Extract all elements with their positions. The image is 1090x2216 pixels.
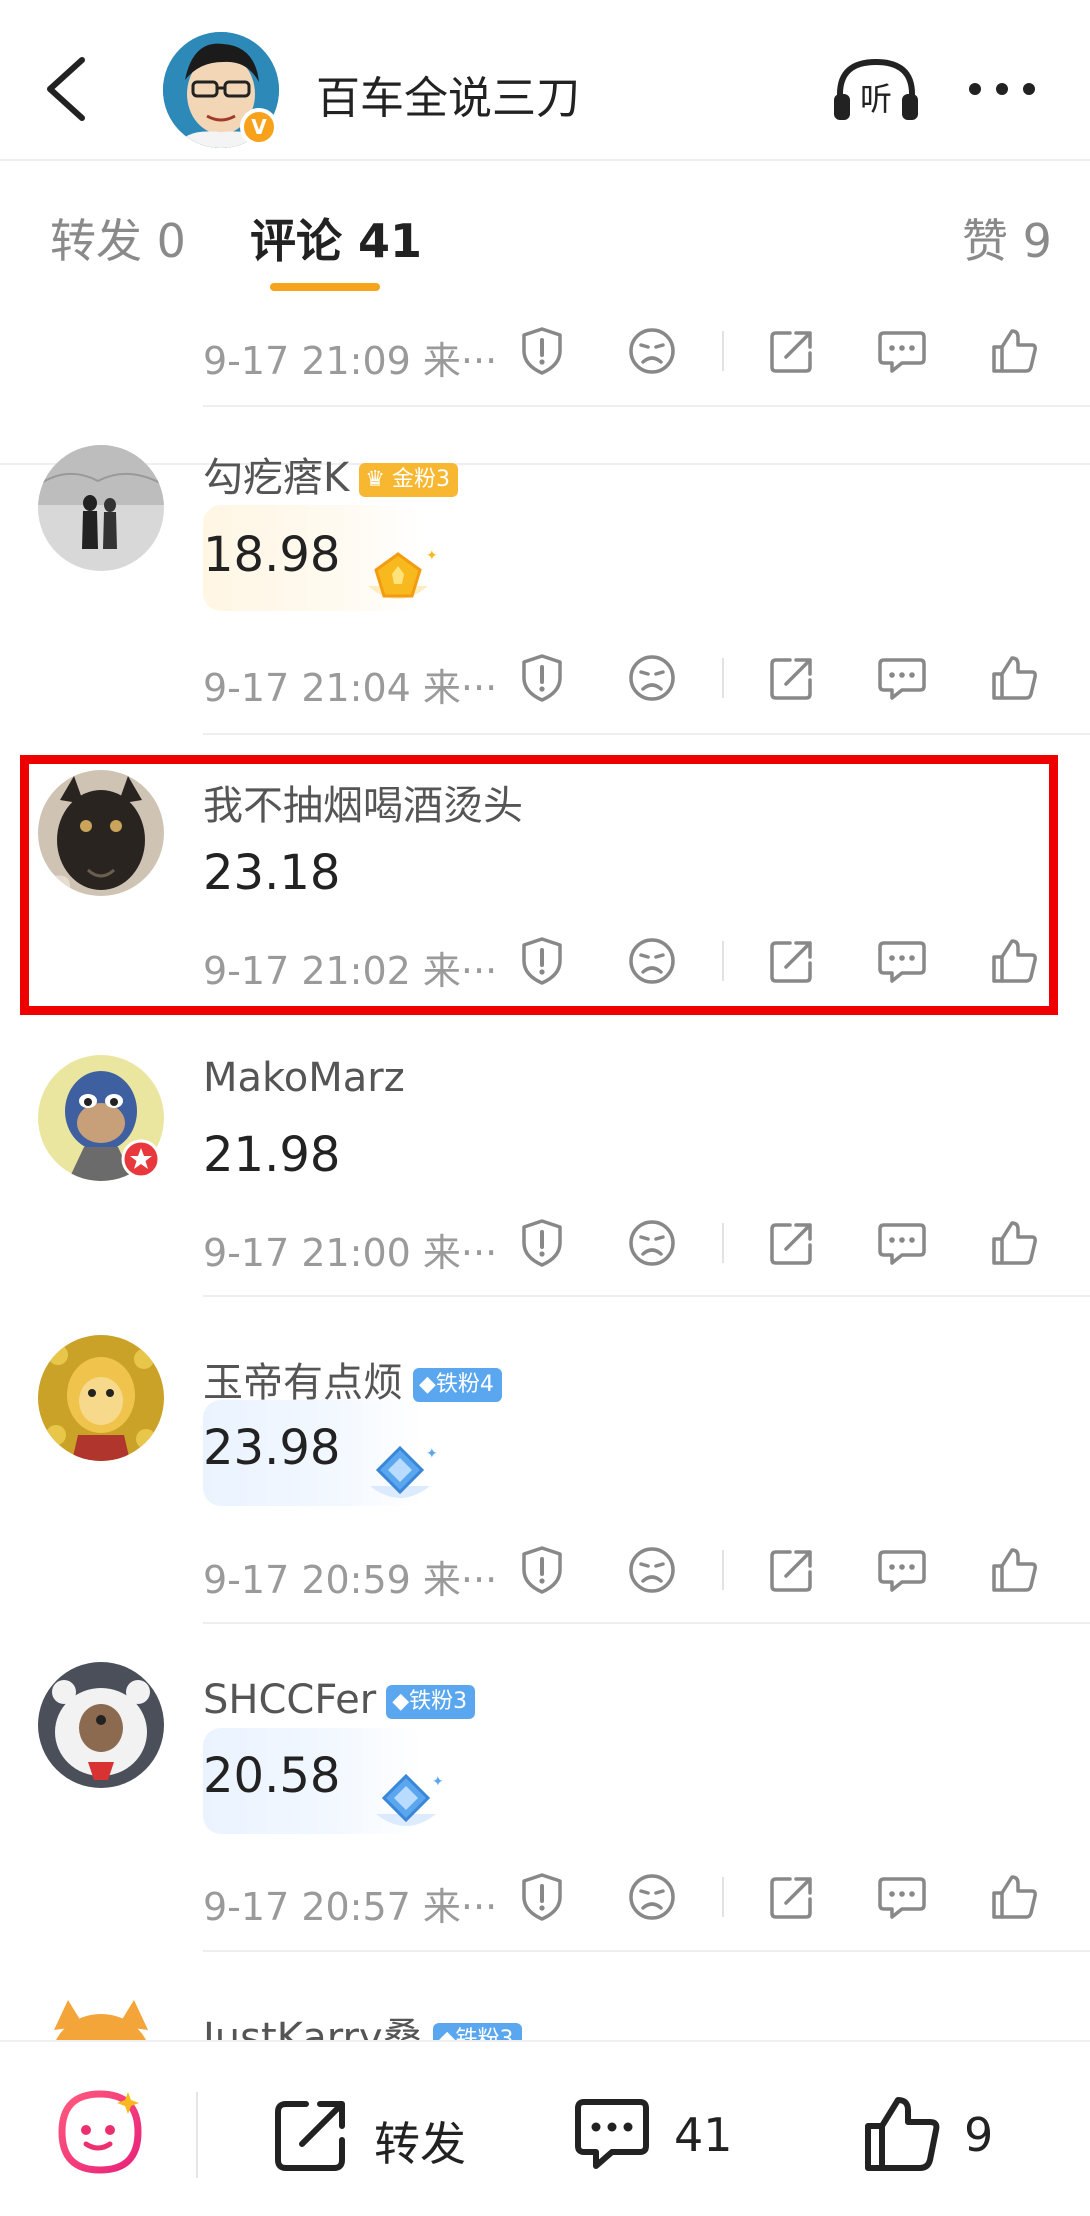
bottom-action-bar: 转发 41 9	[0, 2040, 1090, 2216]
comment-icon[interactable]	[570, 2092, 654, 2176]
blue-diamond-badge-icon: ✦	[376, 1773, 444, 1826]
share-icon[interactable]	[766, 1871, 818, 1923]
report-icon[interactable]	[516, 1217, 568, 1269]
share-icon[interactable]	[766, 652, 818, 704]
tab-comments[interactable]: 评论 41	[250, 205, 422, 271]
commenter-name[interactable]: MakoMarz	[203, 1055, 405, 1101]
author-name[interactable]: 百车全说三刀	[316, 62, 580, 126]
commenter-avatar[interactable]	[38, 1335, 164, 1461]
fan-badge-label: 铁粉3	[409, 1689, 468, 1714]
tab-active-indicator	[270, 283, 380, 291]
comment-text: 20.58	[203, 1748, 341, 1804]
tabs-divider	[0, 463, 1090, 465]
diamond-icon: ◆	[392, 1689, 410, 1714]
comment-text: 23.98	[203, 1420, 341, 1476]
share-icon[interactable]	[766, 1217, 818, 1269]
top-nav-bar: V 百车全说三刀 听	[0, 0, 1090, 161]
crown-icon: ♛	[365, 467, 392, 492]
headphones-listen-icon[interactable]: 听	[830, 56, 922, 124]
member-star-badge-icon	[121, 1139, 161, 1179]
report-icon[interactable]	[516, 652, 568, 704]
verified-badge: V	[240, 108, 278, 146]
comment-text: 21.98	[203, 1127, 341, 1183]
tab-bar: 转发 0 评论 41 赞 9	[0, 161, 1090, 465]
like-icon[interactable]	[988, 1544, 1040, 1596]
like-thumb-icon[interactable]	[860, 2092, 944, 2176]
fan-badge-iron: ◆铁粉4	[413, 1368, 502, 1402]
reply-icon[interactable]	[876, 1544, 928, 1596]
comment-divider	[203, 405, 1090, 407]
action-separator	[722, 1550, 724, 1590]
reply-icon[interactable]	[876, 1217, 928, 1269]
comment-time-source: 9-17 20:57 来···	[203, 1885, 498, 1929]
gold-pentagon-badge-icon: ✦	[368, 548, 438, 599]
comment-text: 18.98	[203, 527, 341, 583]
more-options-icon[interactable]	[966, 80, 1038, 98]
commenter-avatar[interactable]	[38, 445, 164, 571]
repost-label[interactable]: 转发	[374, 2108, 466, 2174]
reply-icon[interactable]	[876, 1871, 928, 1923]
comment-divider	[203, 1622, 1090, 1624]
bottom-bar-separator	[196, 2092, 198, 2178]
svg-text:✦: ✦	[426, 1446, 438, 1462]
dislike-icon[interactable]	[626, 1544, 678, 1596]
dislike-icon[interactable]	[626, 1871, 678, 1923]
comment-time-source: 9-17 20:59 来···	[203, 1558, 498, 1602]
commenter-name-text: MakoMarz	[203, 1055, 405, 1101]
blue-diamond-badge-icon: ✦	[370, 1445, 438, 1498]
fan-badge-iron: ◆铁粉3	[386, 1685, 476, 1719]
fan-badge-label: 铁粉4	[435, 1372, 494, 1397]
commenter-name[interactable]: SHCCFer ◆铁粉3	[203, 1677, 476, 1723]
svg-text:✦: ✦	[426, 548, 438, 564]
fan-badge-label: 金粉3	[391, 467, 450, 492]
reply-icon[interactable]	[876, 325, 928, 377]
svg-text:✦: ✦	[432, 1774, 444, 1790]
comment-time-source: 9-17 21:04 来···	[203, 666, 498, 710]
tab-likes[interactable]: 赞 9	[962, 205, 1052, 271]
action-separator	[722, 1877, 724, 1917]
commenter-name[interactable]: 勾疙瘩K ♛ 金粉3	[203, 445, 458, 503]
fan-badge-gold: ♛ 金粉3	[359, 463, 458, 497]
comment-divider	[203, 733, 1090, 735]
like-icon[interactable]	[988, 1217, 1040, 1269]
comment-time-source: 9-17 21:00 来···	[203, 1231, 498, 1275]
commenter-name-text: SHCCFer	[203, 1677, 377, 1723]
dislike-icon[interactable]	[626, 325, 678, 377]
like-icon[interactable]	[988, 1871, 1040, 1923]
diamond-icon: ◆	[419, 1372, 436, 1397]
comment-divider	[203, 1950, 1090, 1952]
action-separator	[722, 331, 724, 371]
share-icon[interactable]	[766, 325, 818, 377]
dislike-icon[interactable]	[626, 652, 678, 704]
commenter-avatar[interactable]	[38, 1662, 164, 1788]
dislike-icon[interactable]	[626, 1217, 678, 1269]
listen-label: 听	[860, 80, 892, 118]
emoji-face-icon[interactable]	[54, 2086, 146, 2178]
repost-icon[interactable]	[270, 2092, 354, 2176]
action-separator	[722, 658, 724, 698]
comment-divider	[203, 1295, 1090, 1297]
share-icon[interactable]	[766, 1544, 818, 1596]
comment-count[interactable]: 41	[674, 2108, 733, 2162]
report-icon[interactable]	[516, 1871, 568, 1923]
report-icon[interactable]	[516, 1544, 568, 1596]
reply-icon[interactable]	[876, 652, 928, 704]
commenter-name-text: 勾疙瘩K	[203, 455, 350, 501]
back-arrow-icon[interactable]	[38, 54, 94, 124]
like-count[interactable]: 9	[964, 2108, 993, 2162]
report-icon[interactable]	[516, 325, 568, 377]
highlight-box	[20, 755, 1058, 1015]
like-icon[interactable]	[988, 652, 1040, 704]
tab-reposts[interactable]: 转发 0	[50, 205, 186, 271]
action-separator	[722, 1223, 724, 1263]
like-icon[interactable]	[988, 325, 1040, 377]
comment-time-source: 9-17 21:09 来···	[203, 339, 498, 383]
